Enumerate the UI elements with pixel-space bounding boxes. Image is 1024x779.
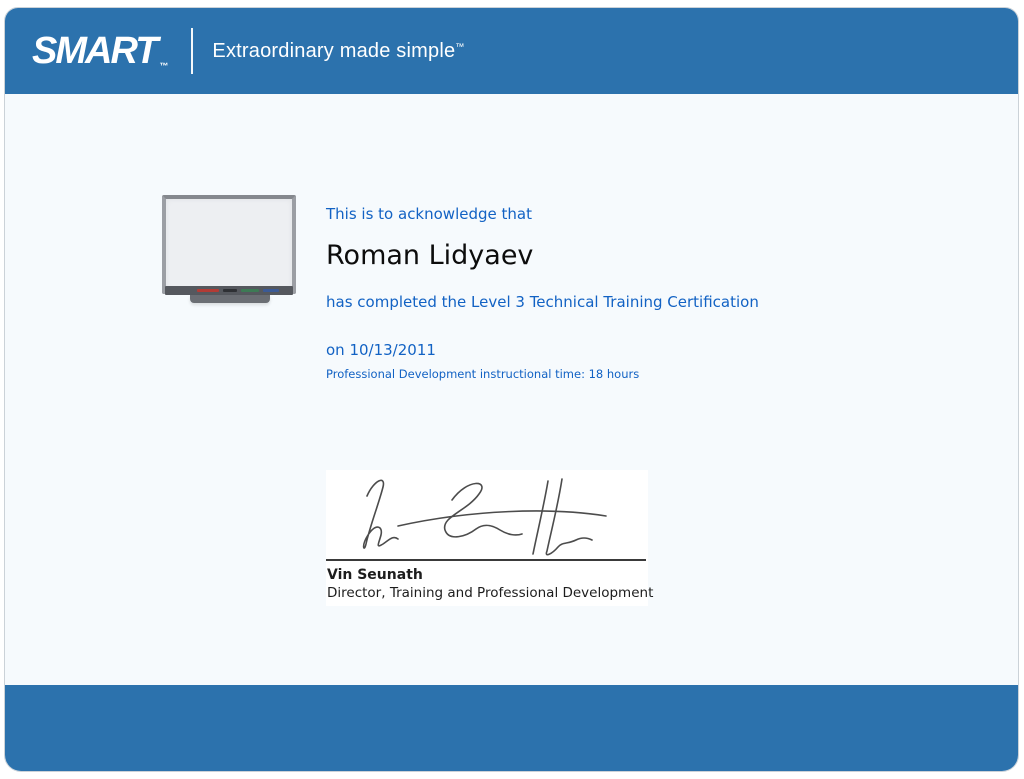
smart-logo-text: SMART — [32, 30, 156, 72]
signer-title: Director, Training and Professional Deve… — [327, 585, 653, 601]
smart-logo: SMART™ — [32, 32, 165, 70]
instructional-time-line: Professional Development instructional t… — [326, 367, 639, 381]
smartboard-pen-tray — [165, 286, 293, 295]
signature-block: Vin Seunath Director, Training and Profe… — [326, 470, 648, 606]
header-divider — [191, 28, 193, 74]
brand-tagline: Extraordinary made simple™ — [212, 40, 464, 63]
brand-tagline-text: Extraordinary made simple — [212, 40, 455, 62]
signer-name: Vin Seunath — [327, 567, 423, 583]
acknowledgement-line: This is to acknowledge that — [326, 205, 532, 223]
green-pen-icon — [241, 289, 259, 292]
completion-line: has completed the Level 3 Technical Trai… — [326, 293, 759, 311]
completion-date: on 10/13/2011 — [326, 341, 436, 359]
smartboard-image — [162, 195, 296, 317]
smartboard-frame — [162, 195, 296, 294]
smartboard-tray-shelf — [190, 295, 270, 303]
red-pen-icon — [197, 289, 219, 292]
handwritten-signature-image — [340, 474, 632, 560]
brand-tagline-trademark: ™ — [455, 41, 464, 51]
header-bar: SMART™ Extraordinary made simple™ — [5, 8, 1018, 94]
footer-bar — [5, 685, 1018, 771]
certificate-card: SMART™ Extraordinary made simple™ This i… — [4, 7, 1019, 772]
black-pen-icon — [223, 289, 237, 292]
recipient-name: Roman Lidyaev — [326, 240, 533, 271]
smart-logo-trademark: ™ — [159, 61, 168, 71]
blue-pen-icon — [263, 289, 279, 292]
signature-rule — [326, 559, 646, 561]
